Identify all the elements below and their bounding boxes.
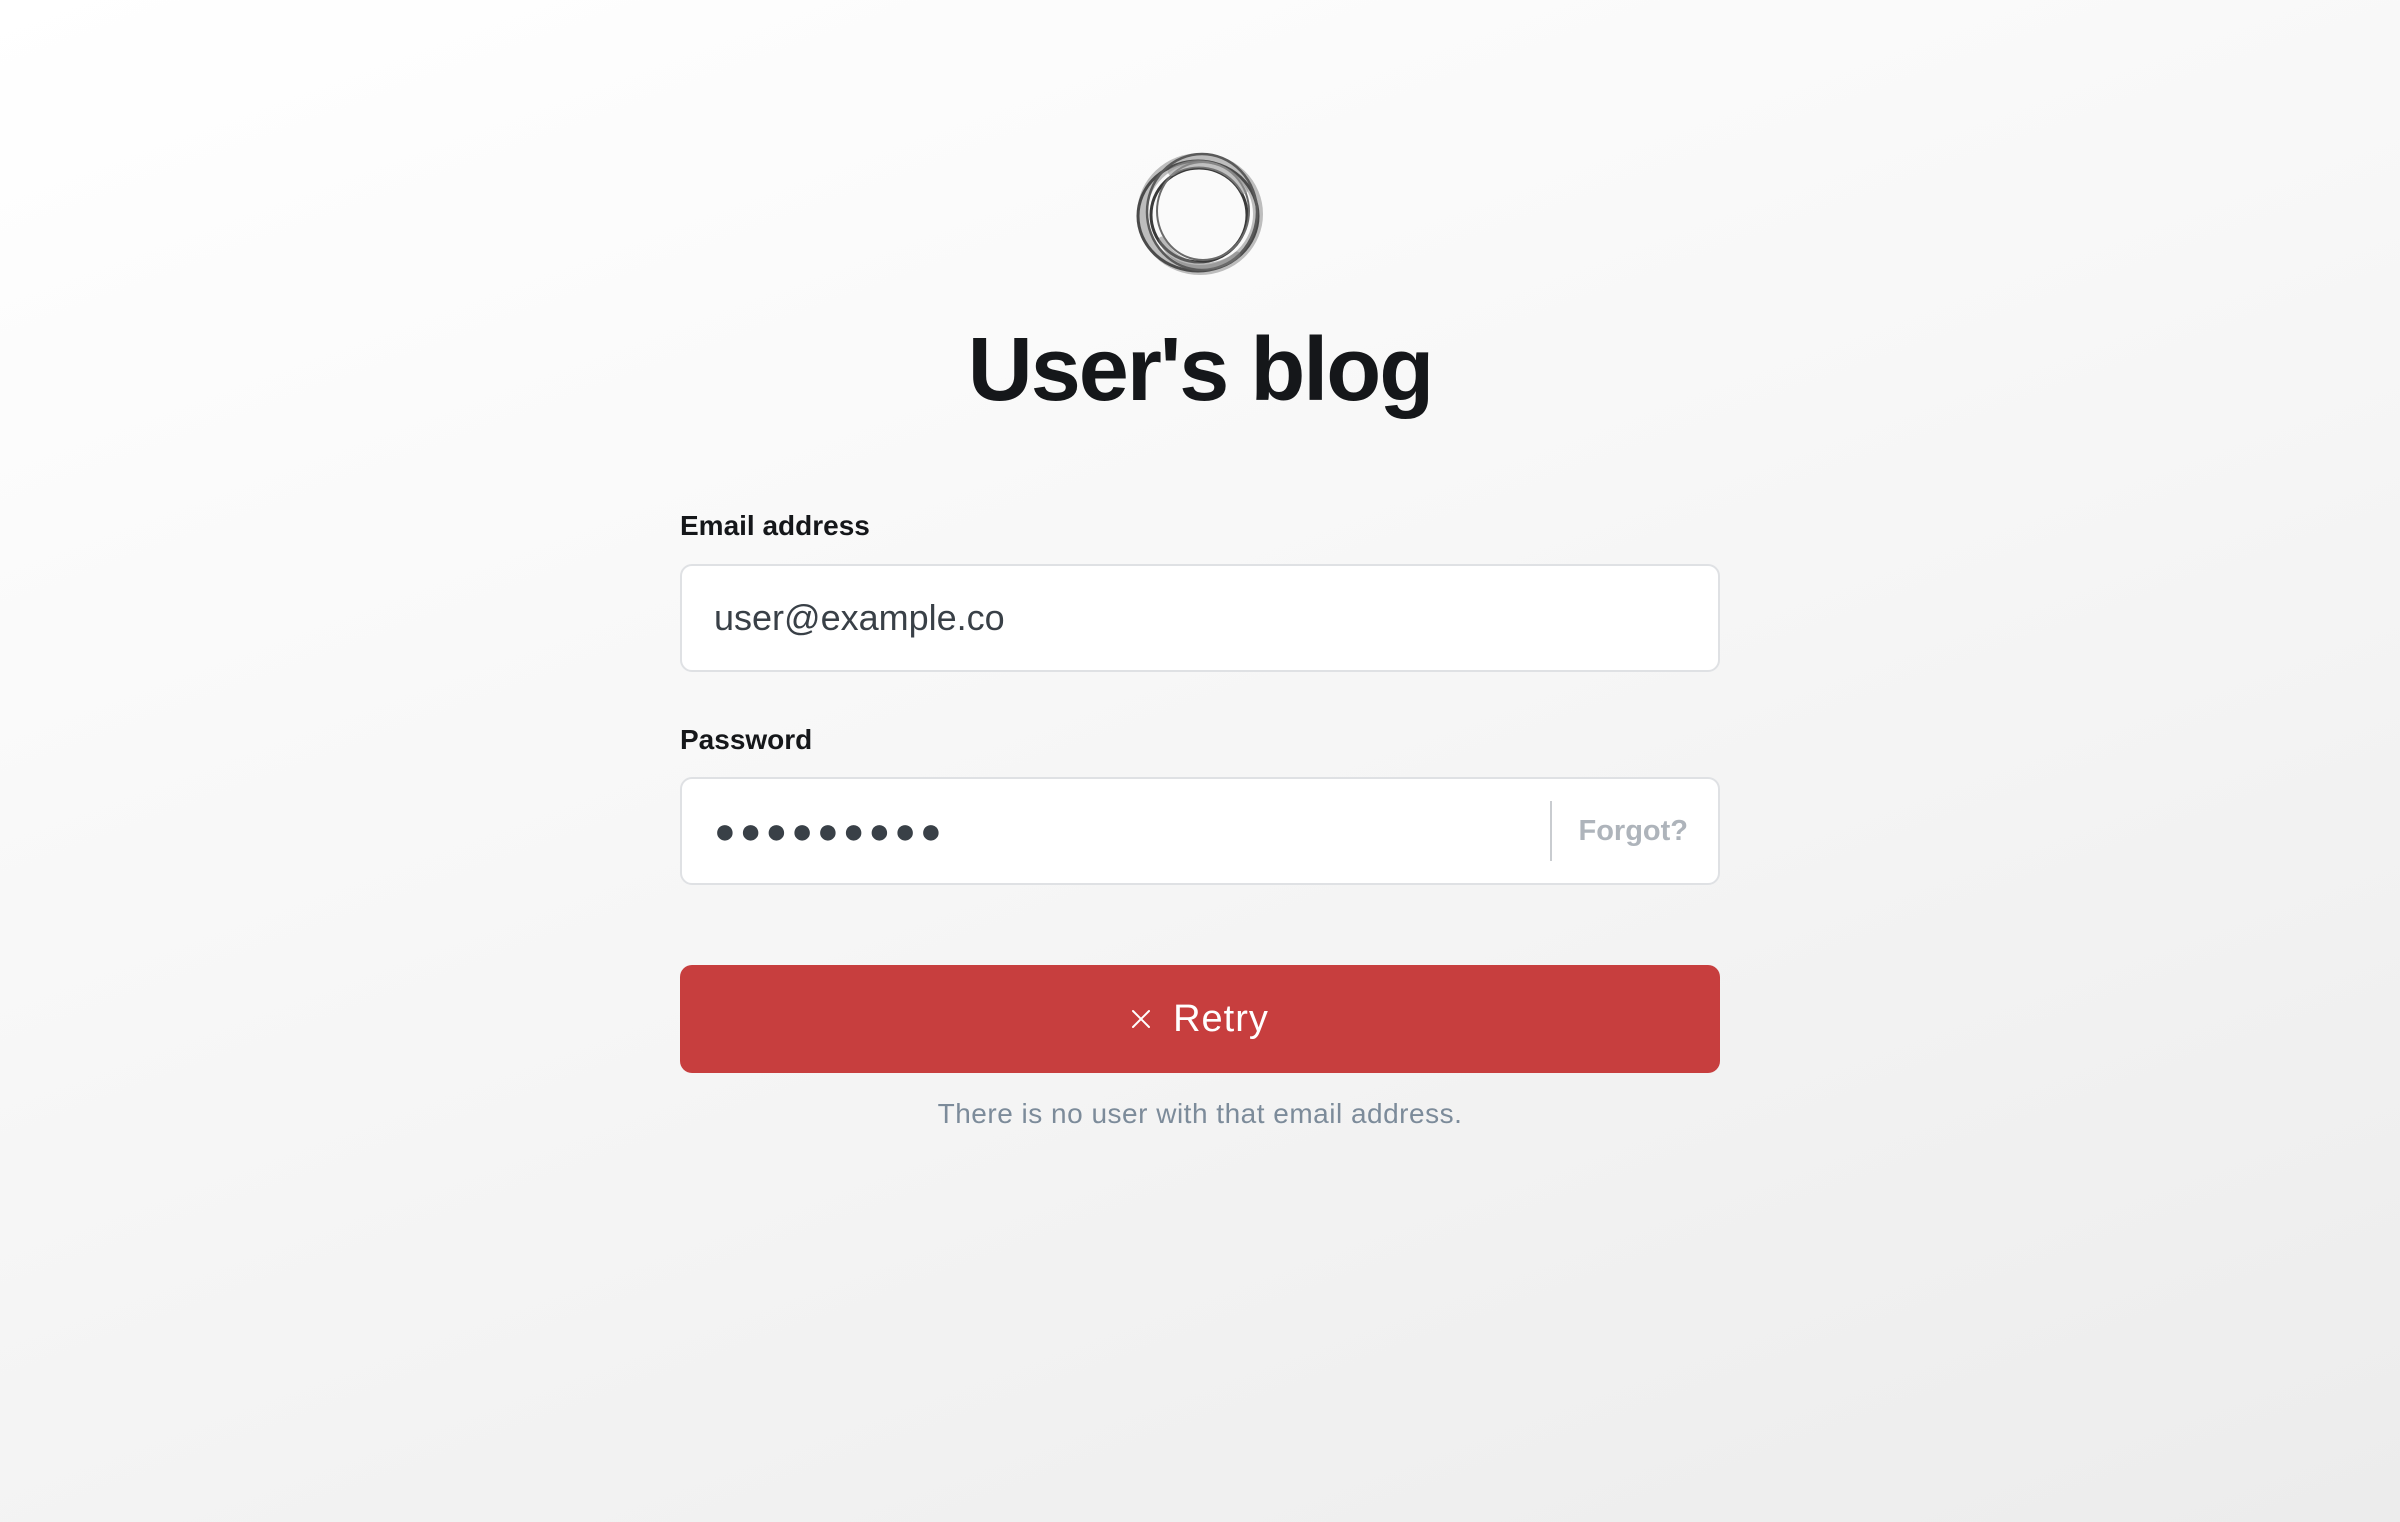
retry-button-label: Retry bbox=[1173, 997, 1269, 1040]
email-field[interactable] bbox=[680, 564, 1720, 672]
forgot-password-link[interactable]: Forgot? bbox=[1578, 779, 1688, 883]
password-input[interactable] bbox=[714, 779, 1534, 883]
password-label: Password bbox=[680, 724, 813, 755]
email-input[interactable] bbox=[714, 566, 1684, 670]
error-message: There is no user with that email address… bbox=[937, 1098, 1463, 1129]
page-title: User's blog bbox=[967, 320, 1435, 420]
site-logo-icon bbox=[1136, 152, 1263, 275]
retry-button[interactable]: Retry bbox=[680, 965, 1720, 1073]
password-field[interactable]: Forgot? bbox=[680, 777, 1720, 885]
email-label: Email address bbox=[680, 510, 870, 541]
close-icon bbox=[1132, 1010, 1151, 1028]
field-divider bbox=[1550, 801, 1552, 861]
